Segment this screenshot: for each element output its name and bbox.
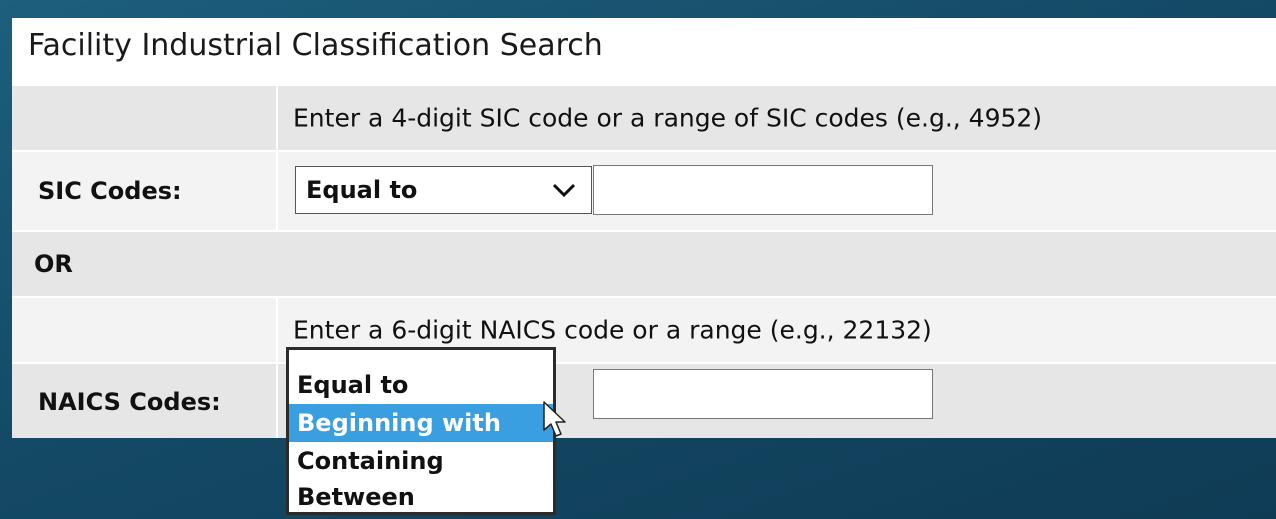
page-title: Facility Industrial Classification Searc… <box>28 28 603 63</box>
naics-code-input[interactable] <box>593 369 933 419</box>
chevron-down-icon <box>552 183 576 198</box>
sic-operator-select[interactable]: Equal to <box>295 166 592 214</box>
or-label: OR <box>34 250 73 278</box>
dropdown-option-highlighted[interactable]: Beginning with <box>289 404 553 442</box>
column-divider <box>276 86 278 150</box>
sic-codes-row: SIC Codes: Equal to <box>12 152 1276 230</box>
dropdown-option[interactable]: Equal to <box>289 366 553 404</box>
sic-code-input[interactable] <box>593 165 933 215</box>
sic-operator-value: Equal to <box>306 176 418 204</box>
naics-hint-row: Enter a 6-digit NAICS code or a range (e… <box>12 298 1276 362</box>
naics-hint: Enter a 6-digit NAICS code or a range (e… <box>293 315 932 345</box>
sic-hint: Enter a 4-digit SIC code or a range of S… <box>293 103 1043 133</box>
dropdown-option[interactable]: Containing <box>289 442 553 480</box>
search-panel: Facility Industrial Classification Searc… <box>12 18 1276 438</box>
column-divider <box>276 298 278 362</box>
column-divider <box>276 152 278 230</box>
mouse-pointer-icon <box>543 401 566 437</box>
or-row: OR <box>12 232 1276 296</box>
dropdown-option[interactable]: Between <box>289 478 553 516</box>
sic-hint-row: Enter a 4-digit SIC code or a range of S… <box>12 86 1276 150</box>
column-divider <box>276 364 278 438</box>
naics-codes-label: NAICS Codes: <box>38 388 221 416</box>
naics-codes-row: NAICS Codes: <box>12 364 1276 438</box>
naics-operator-dropdown[interactable]: Equal to Beginning with Containing Betwe… <box>286 347 556 515</box>
sic-codes-label: SIC Codes: <box>38 177 182 205</box>
